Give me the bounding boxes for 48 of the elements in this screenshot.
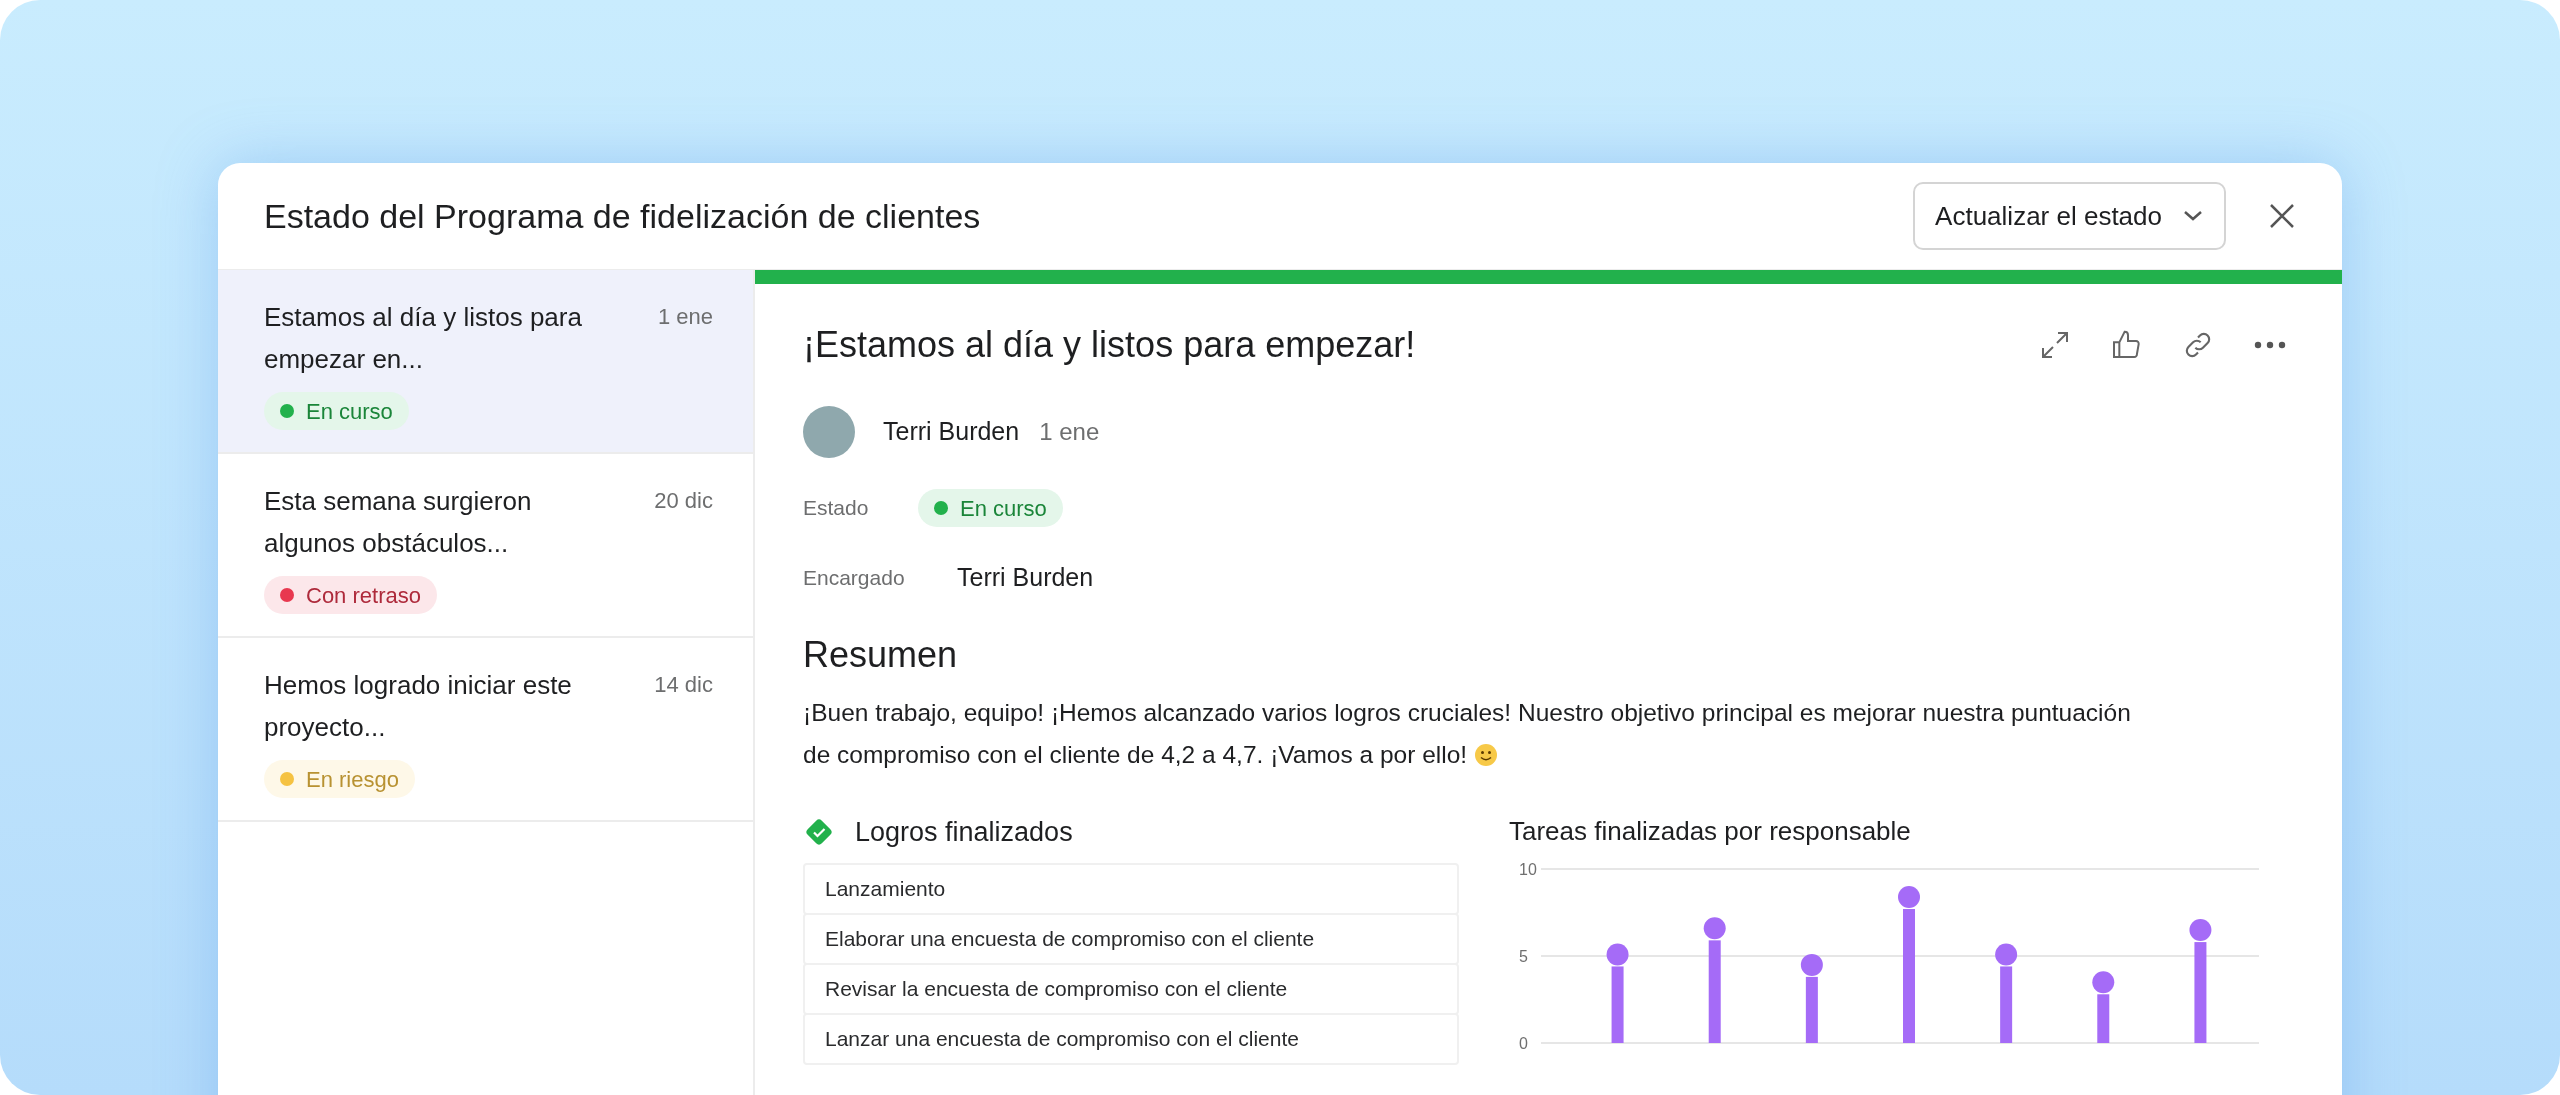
achievement-row: Lanzamiento [803, 862, 1459, 915]
update-list-item[interactable]: Hemos logrado iniciar este proyecto... 14 dic En riesgo [218, 638, 753, 822]
chart-bar [2097, 994, 2110, 1043]
bar-cap [1703, 917, 1726, 940]
update-status-dropdown[interactable]: Actualizar el estado [1913, 182, 2226, 250]
update-date: 14 dic [654, 671, 713, 699]
update-title: Esta semana surgieron algunos obstáculos... [264, 485, 533, 560]
achievement-row: Lanzar una encuesta de compromiso con el cliente [803, 1012, 1459, 1065]
status-label: En riesgo [306, 765, 399, 794]
close-icon [2269, 203, 2295, 229]
avatar-placeholder [803, 406, 855, 458]
axis-tick-label: 10 [1519, 861, 1537, 878]
bar-cap [2092, 971, 2115, 994]
update-title: Estamos al día y listos para empezar en... [264, 301, 583, 376]
bar-cap [1606, 943, 1629, 966]
update-date: 20 dic [654, 487, 713, 515]
expand-icon[interactable] [2040, 330, 2070, 360]
author-name: Terri Burden [883, 416, 1020, 448]
bar-cap [1898, 886, 1920, 908]
field-value: Terri Burden [957, 562, 1094, 594]
summary-text: ¡Buen trabajo, equipo! ¡Hemos alcanzado varios logros cruciales! Nuestro objetivo principal es mejorar nuestra puntuación de compromiso con el cliente de 4,2 a 4,7. ¡Vamos a por ello! [803, 698, 2132, 770]
thumbs-up-icon[interactable] [2110, 329, 2142, 361]
section-heading: Resumen [803, 633, 959, 677]
status-label: En curso [960, 494, 1047, 523]
more-options-icon[interactable] [2254, 341, 2286, 349]
status-label: Con retraso [306, 581, 421, 610]
axis-tick-label: 0 [1519, 1035, 1528, 1052]
section-heading: Logros finalizados [855, 816, 1073, 849]
status-label: En curso [306, 397, 393, 426]
bar-cap [2189, 919, 2212, 942]
update-list-item[interactable]: Estamos al día y listos para empezar en... 1 ene En curso [218, 270, 753, 454]
dialog-title: Estado del Programa de fidelización de clientes [264, 195, 982, 237]
bar-cap [1995, 943, 2018, 966]
chevron-down-icon [2182, 209, 2204, 223]
update-title: Hemos logrado iniciar este proyecto... [264, 669, 573, 744]
update-heading: ¡Estamos al día y listos para empezar! [803, 323, 1416, 367]
field-label: Estado [803, 495, 870, 522]
smiley-icon [1473, 743, 1498, 767]
bar-cap [1800, 953, 1823, 976]
update-date: 1 ene [657, 303, 713, 331]
chart-title: Tareas finalizadas por responsable [1509, 815, 1912, 848]
axis-tick-label: 5 [1519, 948, 1528, 965]
achievement-row: Elaborar una encuesta de compromiso con el cliente [803, 912, 1459, 965]
update-list-item[interactable]: Esta semana surgieron algunos obstáculos... 20 dic Con retraso [218, 454, 753, 638]
chart-bar [1805, 976, 1818, 1043]
field-label: Encargado [803, 565, 906, 592]
achievement-row: Revisar la encuesta de compromiso con el cliente [803, 962, 1459, 1015]
author-date: 1 ene [1039, 417, 1100, 447]
